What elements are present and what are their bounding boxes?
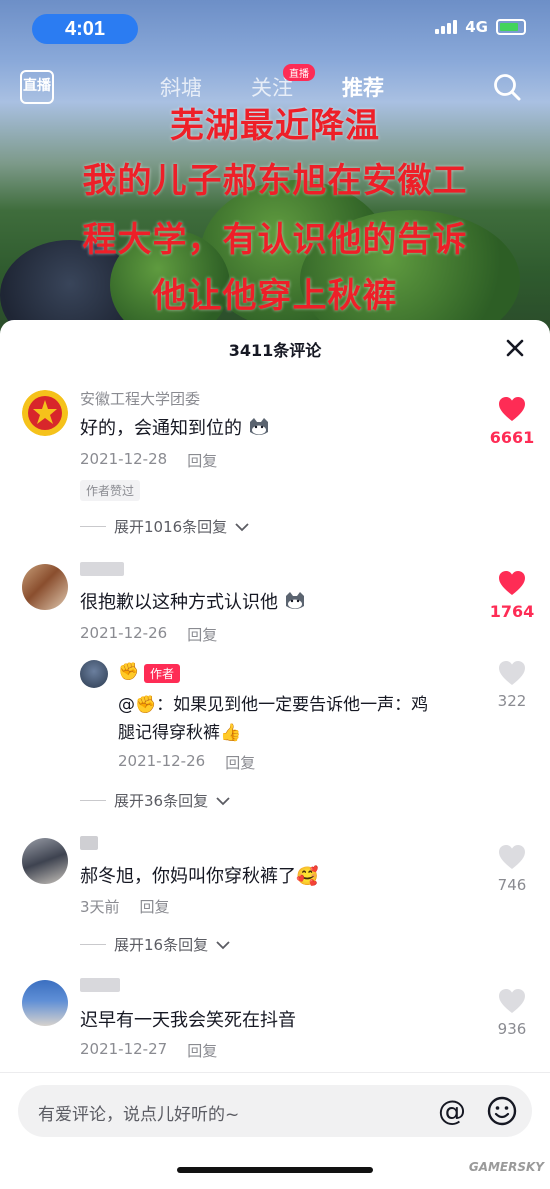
- avatar[interactable]: [22, 390, 68, 436]
- comment-text: 好的，会通知到位的: [80, 414, 270, 440]
- heart-icon[interactable]: [498, 988, 526, 1014]
- comment-input-placeholder[interactable]: 有爱评论，说点儿好听的~: [38, 1100, 239, 1125]
- comment-date: 2021-12-27: [80, 1040, 168, 1058]
- reply-button[interactable]: 回复: [225, 752, 255, 773]
- chevron-down-icon: [235, 522, 249, 531]
- divider-line: [80, 526, 106, 527]
- expand-replies-button[interactable]: 展开16条回复: [80, 934, 230, 955]
- chevron-down-icon: [216, 796, 230, 805]
- like-button[interactable]: 6661: [488, 396, 536, 447]
- reply-button[interactable]: 回复: [187, 624, 217, 645]
- emoji-icon[interactable]: [486, 1095, 518, 1127]
- like-count: 1764: [489, 602, 535, 621]
- watermark: GAMERSKY: [468, 1160, 544, 1174]
- divider-line: [80, 800, 106, 801]
- like-count: 6661: [489, 428, 535, 447]
- avatar[interactable]: [22, 980, 68, 1026]
- reply-meta: 2021-12-26 回复: [118, 752, 255, 773]
- status-time: 4:01: [32, 14, 138, 44]
- comment-meta: 2021-12-27 回复: [80, 1040, 217, 1061]
- comment-meta: 2021-12-26 回复: [80, 624, 217, 645]
- expand-replies-label: 展开36条回复: [114, 792, 209, 810]
- reply-button[interactable]: 回复: [187, 450, 217, 471]
- like-button[interactable]: 322: [488, 660, 536, 710]
- comment-text: 很抱歉以这种方式认识他: [80, 588, 306, 614]
- video-caption-line: 芜湖最近降温: [170, 106, 380, 146]
- battery-icon: [496, 19, 526, 35]
- like-button[interactable]: 746: [488, 844, 536, 894]
- like-count: 936: [497, 1020, 527, 1038]
- heart-icon[interactable]: [498, 660, 526, 686]
- signal-icon: [435, 20, 458, 34]
- video-caption-line: 程大学，有认识他的告诉: [82, 220, 468, 260]
- heart-icon[interactable]: [498, 396, 526, 422]
- close-icon[interactable]: [500, 333, 530, 363]
- expand-replies-button[interactable]: 展开36条回复: [80, 790, 230, 811]
- expand-replies-label: 展开16条回复: [114, 936, 209, 954]
- video-caption-line: 我的儿子郝东旭在安徽工: [82, 161, 468, 201]
- divider: [0, 1072, 550, 1073]
- cat-emoji-icon: [249, 418, 268, 435]
- network-type: 4G: [465, 18, 488, 36]
- avatar[interactable]: [80, 660, 108, 688]
- video-caption-line: 他让他穿上秋裤: [152, 276, 398, 316]
- expand-replies-button[interactable]: 展开1016条回复: [80, 516, 249, 537]
- status-indicators: 4G: [435, 18, 526, 36]
- like-button[interactable]: 936: [488, 988, 536, 1038]
- like-button[interactable]: 1764: [488, 570, 536, 621]
- chevron-down-icon: [216, 940, 230, 949]
- comments-header: 3411条评论: [0, 320, 550, 376]
- comment-meta: 3天前 回复: [80, 896, 170, 917]
- reply-text: @✊：如果见到他一定要告诉他一声：鸡: [118, 695, 429, 715]
- thumbs-up-emoji-icon: 👍: [220, 723, 242, 743]
- comment-date: 2021-12-28: [80, 450, 168, 468]
- expand-replies-label: 展开1016条回复: [114, 518, 228, 536]
- avatar[interactable]: [22, 838, 68, 884]
- comment-meta: 2021-12-28 回复: [80, 450, 217, 471]
- laughing-emoji-icon: 🥰: [296, 866, 319, 887]
- avatar[interactable]: [22, 564, 68, 610]
- cat-emoji-icon: [285, 592, 304, 609]
- comment-input-bar[interactable]: 有爱评论，说点儿好听的~ @: [18, 1085, 532, 1137]
- like-count: 322: [497, 692, 527, 710]
- divider-line: [80, 944, 106, 945]
- author-liked-badge: 作者赞过: [80, 480, 141, 501]
- status-bar: 4:01 4G: [0, 12, 550, 46]
- live-badge: 直播: [283, 64, 315, 81]
- home-indicator: [177, 1167, 373, 1173]
- comment-date: 3天前: [80, 898, 120, 916]
- comment-username-blurred[interactable]: [80, 978, 120, 992]
- reply-date: 2021-12-26: [118, 752, 206, 770]
- comment-text: 郝冬旭，你妈叫你穿秋裤了🥰: [80, 866, 319, 887]
- reply-button[interactable]: 回复: [140, 896, 170, 917]
- heart-icon[interactable]: [498, 570, 526, 596]
- comment-username-blurred[interactable]: [80, 562, 124, 576]
- comment-username[interactable]: 安徽工程大学团委: [80, 388, 200, 409]
- heart-icon[interactable]: [498, 844, 526, 870]
- like-count: 746: [497, 876, 527, 894]
- at-mention-icon[interactable]: @: [438, 1094, 466, 1128]
- comment-text: 迟早有一天我会笑死在抖音: [80, 1010, 296, 1031]
- reply-text: 腿记得穿秋裤👍: [118, 723, 242, 743]
- video-background[interactable]: 4:01 4G 直播 斜塘 关注 直播 推荐 芜湖最近降温 我的儿子郝东旭在安徽…: [0, 0, 550, 340]
- comments-count-title: 3411条评论: [228, 341, 322, 360]
- comment-date: 2021-12-26: [80, 624, 168, 642]
- reply-button[interactable]: 回复: [187, 1040, 217, 1061]
- author-tag: 作者: [144, 664, 181, 683]
- fist-emoji-icon: ✊: [118, 662, 140, 682]
- comment-username-blurred[interactable]: [80, 836, 98, 850]
